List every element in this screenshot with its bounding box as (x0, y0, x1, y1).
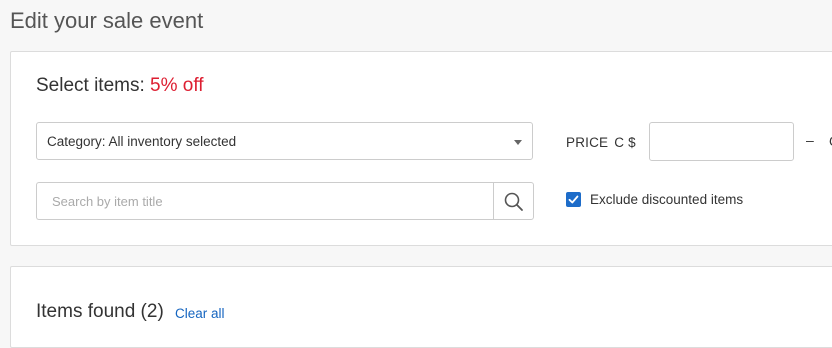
discount-value: 5% off (150, 75, 204, 96)
price-label: PRICE C $ (566, 135, 636, 150)
exclude-discounted-checkbox[interactable] (566, 192, 581, 207)
price-min-input[interactable] (649, 122, 794, 161)
checkmark-icon (568, 195, 579, 204)
clear-all-link[interactable]: Clear all (175, 306, 225, 321)
search-button[interactable] (493, 182, 534, 220)
category-selected-value: Category: All inventory selected (47, 134, 237, 149)
select-items-heading: Select items: 5% off (36, 75, 204, 97)
exclude-discounted-label: Exclude discounted items (590, 192, 744, 207)
items-found-heading: Items found (2) (36, 301, 164, 322)
category-dropdown[interactable]: Category: All inventory selected (36, 122, 533, 160)
select-items-card: Select items: 5% off Category: All inven… (10, 51, 832, 246)
price-label-text: PRICE (566, 135, 609, 150)
chevron-down-icon (514, 140, 522, 145)
search-icon (504, 192, 523, 211)
select-items-label: Select items: (36, 75, 145, 96)
price-currency: C $ (614, 135, 636, 150)
page-title: Edit your sale event (10, 8, 204, 33)
search-input[interactable] (36, 182, 494, 220)
price-range-separator: – (806, 132, 814, 148)
items-found-card: Items found (2) Clear all (10, 266, 832, 348)
